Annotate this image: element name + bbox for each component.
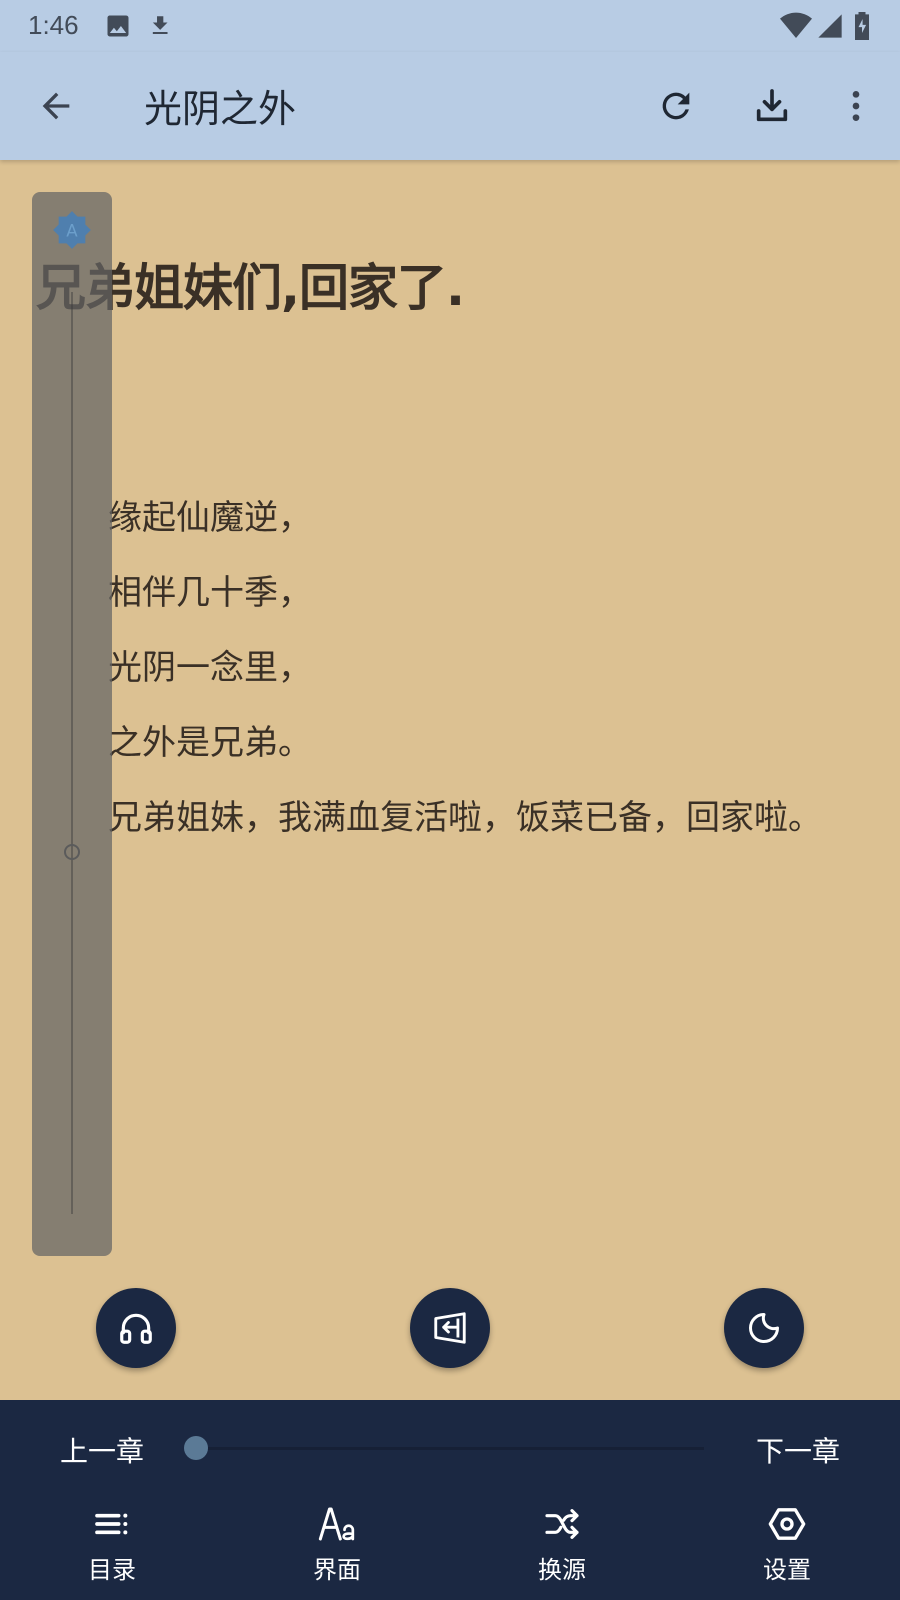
night-mode-icon <box>749 1313 779 1343</box>
refresh-icon <box>662 92 690 120</box>
app-bar: 光阴之外 <box>0 52 900 160</box>
arrow-back-icon <box>42 92 70 120</box>
paragraph: 缘起仙魔逆， <box>108 498 312 538</box>
settings-icon <box>768 1508 806 1540</box>
interface-button[interactable]: 界面 <box>277 1504 397 1594</box>
bottom-panel: 上一章 下一章 目录 界面 换源 设置 <box>0 1400 900 1600</box>
brightness-thumb[interactable] <box>64 844 80 860</box>
paragraph: 兄弟姐妹，我满血复活啦，饭菜已备，回家啦。 <box>108 798 822 838</box>
image-icon <box>107 15 129 37</box>
auto-page-icon <box>434 1312 466 1344</box>
chapter-progress-thumb[interactable] <box>184 1436 208 1460</box>
book-title: 光阴之外 <box>144 87 297 131</box>
more-vert-icon <box>852 91 860 121</box>
paragraph: 相伴几十季， <box>108 573 312 613</box>
brightness-auto-label: A <box>66 222 78 241</box>
font-icon <box>318 1507 355 1541</box>
headphones-icon <box>120 1313 152 1344</box>
prev-chapter-button[interactable]: 上一章 <box>60 1430 144 1470</box>
wifi-icon <box>780 12 812 38</box>
shuffle-icon <box>545 1509 579 1539</box>
refresh-button[interactable] <box>650 80 702 132</box>
reading-area[interactable]: 兄弟姐妹们,回家了. 缘起仙魔逆， 相伴几十季， 光阴一念里， 之外是兄弟。 兄… <box>0 160 900 1400</box>
catalog-icon <box>95 1513 128 1535</box>
download-button[interactable] <box>746 80 798 132</box>
catalog-button[interactable]: 目录 <box>52 1504 172 1594</box>
interface-label: 界面 <box>313 1556 361 1584</box>
change-source-label: 换源 <box>538 1556 586 1584</box>
read-aloud-button[interactable] <box>96 1288 176 1368</box>
status-time: 1:46 <box>28 10 79 40</box>
back-button[interactable] <box>30 80 82 132</box>
next-chapter-button[interactable]: 下一章 <box>756 1430 840 1470</box>
brightness-track[interactable] <box>71 292 73 1214</box>
night-mode-button[interactable] <box>724 1288 804 1368</box>
settings-button[interactable]: 设置 <box>727 1504 847 1594</box>
signal-icon <box>818 14 842 38</box>
battery-icon <box>855 12 869 40</box>
brightness-slider[interactable]: A <box>32 192 112 1256</box>
catalog-label: 目录 <box>88 1556 136 1584</box>
auto-page-button[interactable] <box>410 1288 490 1368</box>
change-source-button[interactable]: 换源 <box>502 1504 622 1594</box>
status-bar: 1:46 <box>0 0 900 52</box>
paragraph: 之外是兄弟。 <box>108 723 312 763</box>
download-icon <box>152 16 168 35</box>
download-icon <box>756 89 788 122</box>
brightness-auto-icon[interactable]: A <box>52 210 92 250</box>
settings-label: 设置 <box>763 1556 811 1584</box>
paragraph: 光阴一念里， <box>108 648 312 688</box>
chapter-progress-track[interactable] <box>196 1447 704 1450</box>
more-button[interactable] <box>830 80 882 132</box>
